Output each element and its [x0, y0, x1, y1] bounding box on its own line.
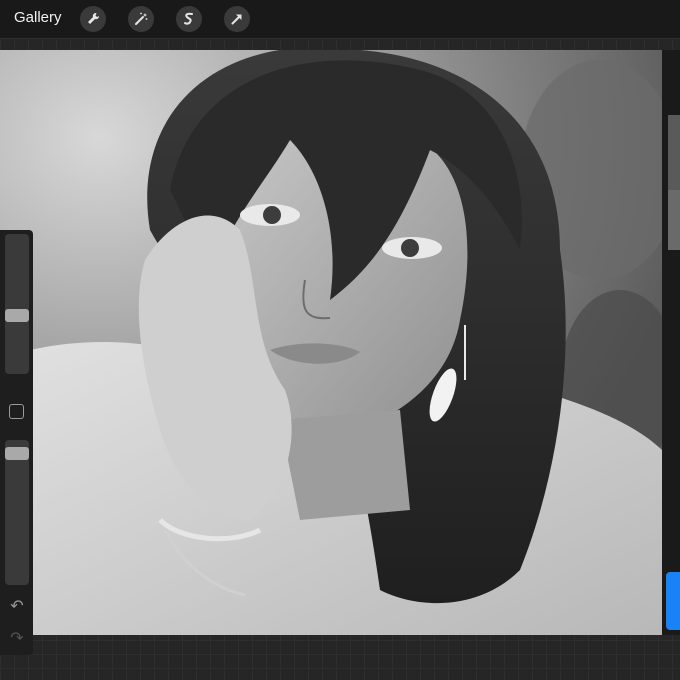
artwork-canvas[interactable] — [0, 50, 662, 635]
layer-thumbnail[interactable] — [668, 190, 680, 250]
layers-edge — [662, 50, 680, 635]
color-picker-tab[interactable] — [666, 572, 680, 630]
redo-icon[interactable]: ↷ — [8, 630, 26, 648]
modify-button[interactable] — [9, 404, 24, 419]
top-toolbar: Gallery — [0, 0, 680, 38]
selection-button[interactable] — [176, 6, 202, 32]
wrench-icon — [88, 12, 100, 24]
undo-icon[interactable]: ↶ — [8, 598, 26, 616]
actions-button[interactable] — [80, 6, 106, 32]
brush-size-slider-thumb[interactable] — [5, 309, 29, 322]
selection-icon — [184, 12, 193, 25]
artwork-image — [0, 50, 662, 635]
adjustments-button[interactable] — [128, 6, 154, 32]
transform-button[interactable] — [224, 6, 250, 32]
magic-wand-icon — [135, 12, 148, 25]
opacity-slider[interactable] — [5, 440, 29, 585]
gallery-button[interactable]: Gallery — [14, 9, 62, 26]
brush-size-slider[interactable] — [5, 234, 29, 374]
opacity-slider-thumb[interactable] — [5, 447, 29, 460]
left-sidebar: ↶ ↷ — [0, 230, 33, 655]
transform-arrow-icon — [231, 14, 242, 25]
